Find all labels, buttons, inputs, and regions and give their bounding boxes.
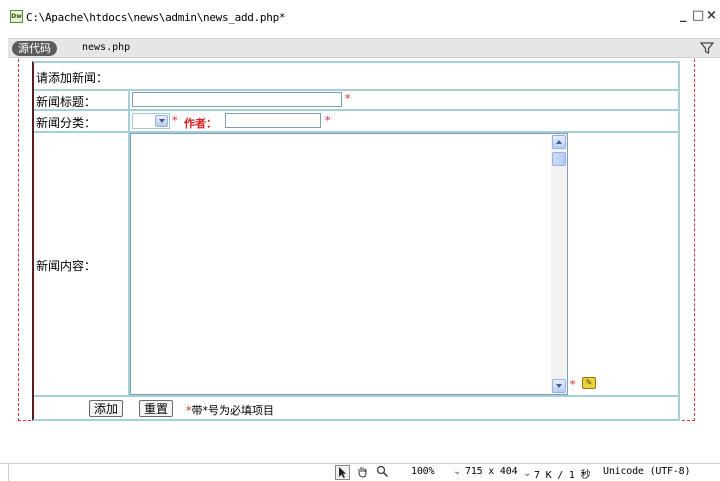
title-bar: Dw C:\Apache\htdocs\news\admin\news_add.…: [0, 0, 720, 34]
textarea-scrollbar[interactable]: [551, 134, 567, 394]
filter-icon[interactable]: [700, 41, 714, 55]
window-size[interactable]: 715 x 404: [465, 466, 518, 477]
minimize-button[interactable]: _: [680, 8, 687, 23]
required-note-text: 带*号为必填项目: [191, 404, 275, 417]
author-label: 作者：: [184, 117, 217, 130]
related-file-tab[interactable]: news.php: [82, 42, 130, 53]
design-canvas[interactable]: 请添加新闻： 新闻标题： * 新闻分类： * 作者： * 新闻内容： * ✎ 添…: [8, 59, 720, 459]
status-bar: 100% ⌄ 715 x 404 ⌄ 7 K / 1 秒 Unicode (UT…: [0, 463, 720, 481]
scroll-down-icon[interactable]: [552, 379, 566, 393]
title-input[interactable]: [132, 92, 342, 107]
column-divider: [128, 111, 130, 131]
status-bar-content: 100% ⌄ 715 x 404 ⌄ 7 K / 1 秒 Unicode (UT…: [8, 464, 712, 481]
content-textarea[interactable]: [130, 133, 568, 395]
author-input[interactable]: [225, 113, 321, 128]
required-mark: *: [325, 114, 331, 127]
add-button[interactable]: 添加: [89, 400, 124, 417]
required-mark: *: [172, 114, 178, 127]
news-form-table: 请添加新闻： 新闻标题： * 新闻分类： * 作者： * 新闻内容： * ✎ 添…: [32, 61, 680, 421]
dreamweaver-icon: Dw: [10, 10, 23, 23]
pointer-icon[interactable]: [335, 465, 350, 480]
chevron-down-icon: [155, 115, 168, 127]
title-label: 新闻标题：: [36, 95, 97, 109]
close-button[interactable]: ×: [706, 8, 717, 23]
scroll-up-icon[interactable]: [552, 135, 566, 149]
form-heading: 请添加新闻：: [36, 71, 109, 85]
reset-button[interactable]: 重置: [139, 400, 174, 417]
maximize-button[interactable]: □: [692, 8, 704, 23]
download-size-time: 7 K / 1 秒: [534, 470, 591, 481]
scroll-thumb[interactable]: [552, 152, 566, 166]
table-row: 新闻标题： *: [34, 91, 678, 111]
zoom-icon[interactable]: [375, 465, 390, 480]
column-divider: [128, 91, 130, 109]
window-title: C:\Apache\htdocs\news\admin\news_add.php…: [26, 11, 286, 24]
zoom-select[interactable]: 100% ⌄: [409, 465, 463, 480]
chevron-down-icon[interactable]: ⌄: [523, 468, 531, 479]
document-toolbar: 源代码 news.php: [8, 38, 720, 58]
source-code-button[interactable]: 源代码: [12, 41, 57, 56]
table-row: 添加 重置 *带*号为必填项目: [34, 397, 678, 419]
required-note: *带*号为必填项目: [186, 402, 274, 418]
table-row: 新闻内容： * ✎: [34, 133, 678, 397]
content-label: 新闻内容：: [36, 259, 97, 273]
table-row: 新闻分类： * 作者： *: [34, 111, 678, 133]
category-label: 新闻分类：: [36, 116, 97, 130]
category-select[interactable]: [132, 113, 170, 129]
table-row: 请添加新闻：: [34, 63, 678, 91]
zoom-level: 100%: [411, 466, 435, 477]
chevron-down-icon: ⌄: [453, 466, 462, 477]
required-mark: *: [570, 378, 576, 391]
encoding: Unicode (UTF-8): [603, 466, 691, 477]
spry-edit-icon[interactable]: ✎: [582, 377, 596, 389]
hand-icon[interactable]: [355, 465, 370, 480]
required-mark: *: [345, 92, 351, 105]
